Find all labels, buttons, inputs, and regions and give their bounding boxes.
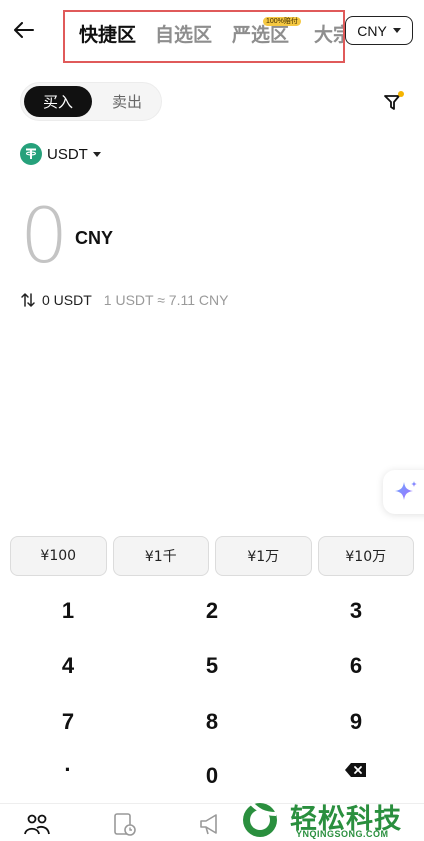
- amount-unit: CNY: [75, 228, 114, 248]
- swap-vertical-icon[interactable]: [20, 292, 36, 308]
- key-2[interactable]: 2: [152, 586, 272, 636]
- asset-selector[interactable]: USDT: [20, 142, 101, 166]
- order-clock-icon: [114, 813, 136, 836]
- key-6[interactable]: 6: [296, 641, 416, 691]
- watermark: 轻松科技 YNQINGSONG.COM: [238, 796, 424, 841]
- market-tabs: 快捷区 自选区 严选区 100%赔付 大宗: [63, 10, 345, 63]
- nav-ads[interactable]: [198, 812, 228, 840]
- amount-value: 0: [20, 191, 69, 280]
- back-button[interactable]: [12, 16, 36, 44]
- sparkle-icon: [395, 481, 417, 500]
- tab-quick[interactable]: 快捷区: [79, 20, 136, 47]
- key-9[interactable]: 9: [296, 697, 416, 747]
- asset-symbol: USDT: [47, 145, 88, 163]
- quick-amount-1k[interactable]: ¥1千: [112, 536, 209, 576]
- buy-button[interactable]: 买入: [24, 86, 92, 117]
- tab-bulk[interactable]: 大宗: [314, 20, 343, 47]
- buy-sell-toggle: 买入 卖出: [20, 82, 162, 121]
- nav-p2p[interactable]: [23, 812, 53, 840]
- key-decimal[interactable]: ·: [8, 745, 128, 795]
- quick-amount-row: ¥100 ¥1千 ¥1万 ¥10万: [10, 536, 414, 576]
- arrow-left-icon: [14, 22, 34, 38]
- converted-amount: 0 USDT: [42, 292, 92, 308]
- top-bar: 快捷区 自选区 严选区 100%赔付 大宗 CNY: [0, 0, 424, 63]
- watermark-subtitle: YNQINGSONG.COM: [296, 829, 389, 839]
- filter-icon: [384, 91, 404, 110]
- quick-amount-100k[interactable]: ¥10万: [317, 536, 414, 576]
- usdt-logo-icon: [20, 143, 42, 165]
- sell-button[interactable]: 卖出: [95, 86, 159, 117]
- caret-down-icon: [92, 151, 101, 157]
- tab-watchlist[interactable]: 自选区: [155, 20, 212, 47]
- currency-label: CNY: [357, 22, 387, 39]
- quick-amount-10k[interactable]: ¥1万: [215, 536, 312, 576]
- compensation-badge: 100%赔付: [263, 17, 301, 26]
- key-3[interactable]: 3: [296, 586, 416, 636]
- key-7[interactable]: 7: [8, 697, 128, 747]
- backspace-key[interactable]: [296, 745, 416, 795]
- conversion-row: 0 USDT 1 USDT ≈ 7.11 CNY: [20, 291, 228, 309]
- key-4[interactable]: 4: [8, 641, 128, 691]
- nav-orders[interactable]: [112, 812, 142, 840]
- users-icon: [24, 814, 50, 835]
- ai-assistant-button[interactable]: [383, 470, 424, 514]
- key-5[interactable]: 5: [152, 641, 272, 691]
- megaphone-icon: [200, 814, 217, 835]
- watermark-logo-icon: [243, 802, 277, 837]
- key-1[interactable]: 1: [8, 586, 128, 636]
- filter-button[interactable]: [382, 90, 406, 114]
- key-8[interactable]: 8: [152, 697, 272, 747]
- quick-amount-100[interactable]: ¥100: [10, 536, 107, 576]
- exchange-rate: 1 USDT ≈ 7.11 CNY: [103, 292, 229, 308]
- numeric-keypad: 1 2 3 4 5 6 7 8 9 · 0: [0, 585, 424, 801]
- backspace-icon: [345, 763, 366, 777]
- key-0[interactable]: 0: [152, 751, 272, 801]
- caret-down-icon: [392, 28, 401, 33]
- currency-selector[interactable]: CNY: [345, 16, 413, 45]
